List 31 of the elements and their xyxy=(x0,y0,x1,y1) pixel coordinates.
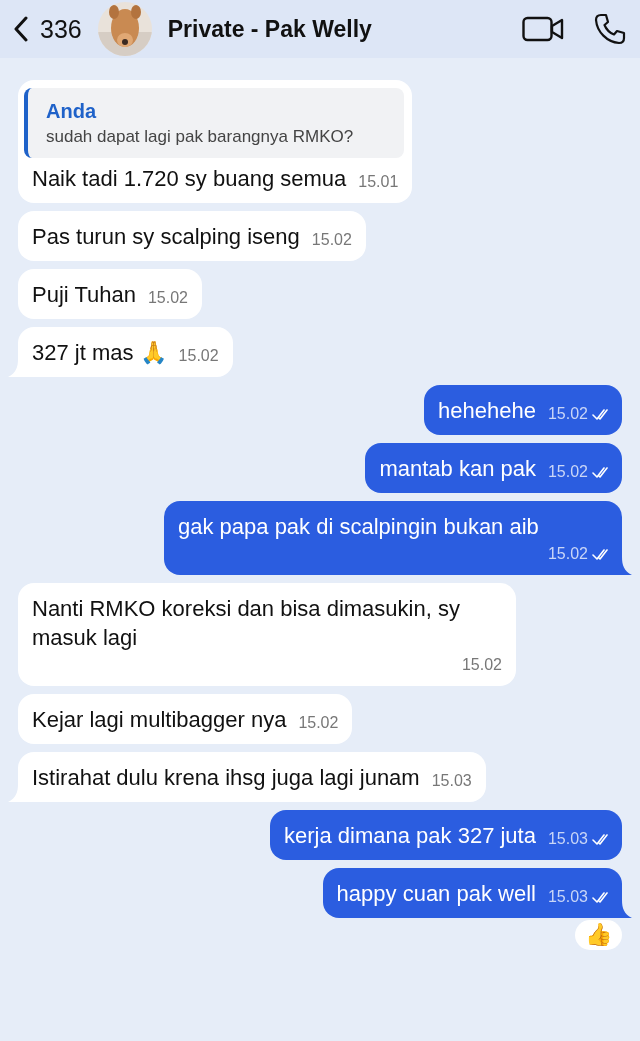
message-text: mantab kan pak xyxy=(379,455,536,483)
message-text: 327 jt mas 🙏 xyxy=(32,339,167,367)
message-time: 15.03 xyxy=(547,887,588,907)
quote-author: Anda xyxy=(46,99,98,124)
message-time: 15.01 xyxy=(358,172,399,192)
back-icon[interactable] xyxy=(14,16,28,42)
message-time: 15.02 xyxy=(298,713,339,733)
chat-title: Private - Pak Welly xyxy=(167,15,373,43)
video-call-icon[interactable] xyxy=(522,15,564,43)
message-text: Kejar lagi multibagger nya xyxy=(32,706,287,734)
message-time: 15.02 xyxy=(461,655,502,675)
message-text: happy cuan pak well xyxy=(336,880,536,908)
phone-icon[interactable] xyxy=(594,13,626,45)
message-text: Istirahat dulu krena ihsg juga lagi junam xyxy=(32,764,420,792)
message-time: 15.02 xyxy=(147,288,188,308)
message-text: Nanti RMKO koreksi dan bisa dimasukin, sy masuk lagi xyxy=(32,595,461,652)
message-time: 15.02 xyxy=(311,230,352,250)
message-time: 15.03 xyxy=(431,771,472,791)
message-text: Pas turun sy scalping iseng xyxy=(32,223,300,251)
message-time: 15.02 xyxy=(547,544,588,564)
message-text: hehehehe xyxy=(438,397,536,425)
message-text: kerja dimana pak 327 juta xyxy=(284,822,536,850)
message-text: gak papa pak di scalpingin bukan aib xyxy=(178,513,539,541)
message-text: Naik tadi 1.720 sy buang semua xyxy=(32,165,347,193)
message-time: 15.02 xyxy=(178,346,219,366)
message-time: 15.02 xyxy=(547,404,588,424)
message-text: Puji Tuhan xyxy=(32,281,136,309)
message-time: 15.02 xyxy=(547,462,588,482)
back-button[interactable]: 336 xyxy=(14,14,82,44)
quote-text: sudah dapat lagi pak barangnya RMKO? xyxy=(46,126,355,148)
message-time: 15.03 xyxy=(547,829,588,849)
